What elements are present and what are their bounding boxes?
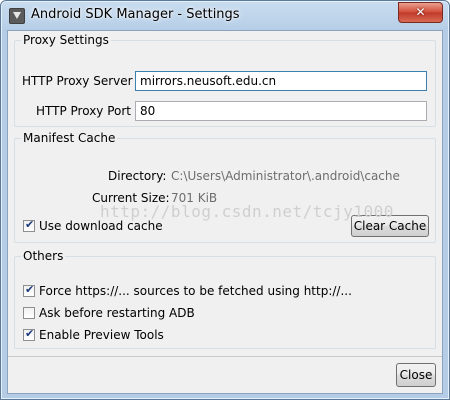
settings-window: Android SDK Manager - Settings ✕ Proxy S… xyxy=(0,0,450,400)
manifest-cache-group: Manifest Cache Directory: C:\Users\Admin… xyxy=(14,131,436,243)
others-legend: Others xyxy=(23,249,64,263)
use-download-cache-label[interactable]: Use download cache xyxy=(39,219,163,233)
title-bar[interactable]: Android SDK Manager - Settings ✕ xyxy=(1,1,449,29)
close-button[interactable]: Close xyxy=(396,363,436,387)
enable-preview-tools-label[interactable]: Enable Preview Tools xyxy=(39,328,164,342)
directory-value: C:\Users\Administrator\.android\cache xyxy=(171,169,400,183)
http-proxy-port-input[interactable] xyxy=(135,101,427,121)
window-title: Android SDK Manager - Settings xyxy=(31,7,240,22)
force-http-label[interactable]: Force https://... sources to be fetched … xyxy=(39,284,352,298)
ask-restart-adb-label[interactable]: Ask before restarting ADB xyxy=(39,306,195,320)
footer-divider xyxy=(8,356,442,357)
manifest-cache-legend: Manifest Cache xyxy=(23,131,116,145)
window-close-button[interactable]: ✕ xyxy=(398,2,443,23)
http-proxy-server-input[interactable] xyxy=(135,71,427,91)
directory-label: Directory: xyxy=(108,169,167,183)
force-http-checkbox[interactable] xyxy=(23,283,35,297)
http-proxy-server-label: HTTP Proxy Server xyxy=(22,74,133,88)
enable-preview-tools-checkbox[interactable] xyxy=(23,327,35,341)
proxy-settings-group: Proxy Settings HTTP Proxy Server HTTP Pr… xyxy=(14,33,436,127)
use-download-cache-checkbox[interactable] xyxy=(23,218,35,232)
others-group: Others Force https://... sources to be f… xyxy=(14,249,436,349)
current-size-label: Current Size: xyxy=(92,191,170,205)
sdk-manager-download-icon xyxy=(9,8,25,24)
clear-cache-button[interactable]: Clear Cache xyxy=(351,215,429,237)
current-size-value: 701 KiB xyxy=(171,191,218,205)
ask-restart-adb-checkbox[interactable] xyxy=(23,307,35,319)
dialog-body: Proxy Settings HTTP Proxy Server HTTP Pr… xyxy=(7,30,443,394)
http-proxy-port-label: HTTP Proxy Port xyxy=(36,104,131,118)
proxy-settings-legend: Proxy Settings xyxy=(23,33,109,47)
